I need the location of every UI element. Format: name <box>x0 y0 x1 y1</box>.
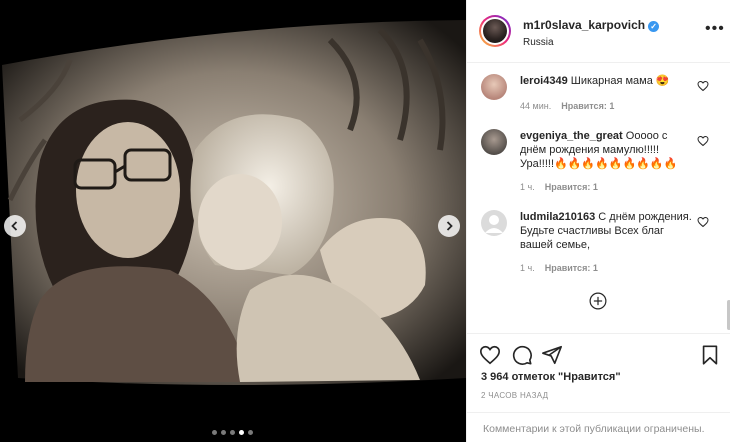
comment-meta: 1 ч. Нравится: 1 <box>520 182 598 192</box>
carousel-dot <box>221 430 226 435</box>
heart-icon[interactable] <box>697 216 709 228</box>
heart-icon[interactable] <box>697 80 709 92</box>
next-photo-button[interactable] <box>438 215 460 237</box>
carousel-dot-active <box>239 430 244 435</box>
post-location[interactable]: Russia <box>523 37 554 48</box>
more-options-icon[interactable]: ••• <box>705 20 725 38</box>
share-icon[interactable] <box>541 344 563 366</box>
load-more-comments-icon[interactable] <box>589 292 607 310</box>
post-photo-panel <box>0 0 466 442</box>
like-icon[interactable] <box>479 344 501 366</box>
post-header: m1r0slava_karpovich ✓ Russia ••• <box>467 0 730 63</box>
comment-text: evgeniya_the_great Ооооо с днём рождения… <box>520 130 678 170</box>
chevron-right-icon <box>446 221 453 231</box>
heart-icon[interactable] <box>697 135 709 147</box>
comment-item: ludmila210163 С днём рождения. Будьте сч… <box>481 210 721 280</box>
verified-badge-icon: ✓ <box>648 21 660 32</box>
comment-meta: 44 мин. Нравится: 1 <box>520 101 615 111</box>
post-time-ago[interactable]: 2 ЧАСОВ НАЗАД <box>481 391 548 400</box>
comment-item: leroi4349 Шикарная мама 😍 44 мин. Нравитс… <box>481 74 721 120</box>
comments-list: leroi4349 Шикарная мама 😍 44 мин. Нравитс… <box>467 64 725 332</box>
comment-text: leroi4349 Шикарная мама 😍 <box>520 75 670 87</box>
post-photo <box>0 0 466 442</box>
previous-photo-button[interactable] <box>4 215 26 237</box>
chevron-left-icon <box>11 221 18 231</box>
commenter-avatar[interactable] <box>481 129 507 155</box>
save-bookmark-icon[interactable] <box>699 344 721 366</box>
comment-item: evgeniya_the_great Ооооо с днём рождения… <box>481 129 721 199</box>
default-avatar-icon <box>485 215 503 233</box>
post-actions: 3 964 отметок "Нравится" 2 ЧАСОВ НАЗАД К… <box>467 333 730 442</box>
commenter-username[interactable]: leroi4349 <box>520 75 568 87</box>
carousel-dot <box>248 430 253 435</box>
comments-restricted-notice: Комментарии к этой публикации ограничены… <box>467 412 730 442</box>
carousel-dot <box>230 430 235 435</box>
commenter-avatar[interactable] <box>481 74 507 100</box>
commenter-username[interactable]: evgeniya_the_great <box>520 130 623 142</box>
author-username[interactable]: m1r0slava_karpovich ✓ <box>523 18 660 32</box>
commenter-avatar[interactable] <box>481 210 507 236</box>
author-avatar[interactable] <box>479 15 511 47</box>
like-count[interactable]: 3 964 отметок "Нравится" <box>481 371 621 383</box>
comment-icon[interactable] <box>511 344 533 366</box>
carousel-dots <box>212 430 253 435</box>
comment-meta: 1 ч. Нравится: 1 <box>520 263 598 273</box>
post-side-panel: m1r0slava_karpovich ✓ Russia ••• leroi434… <box>466 0 730 442</box>
commenter-username[interactable]: ludmila210163 <box>520 211 595 223</box>
comment-text: ludmila210163 С днём рождения. Будьте сч… <box>520 211 692 251</box>
carousel-dot <box>212 430 217 435</box>
